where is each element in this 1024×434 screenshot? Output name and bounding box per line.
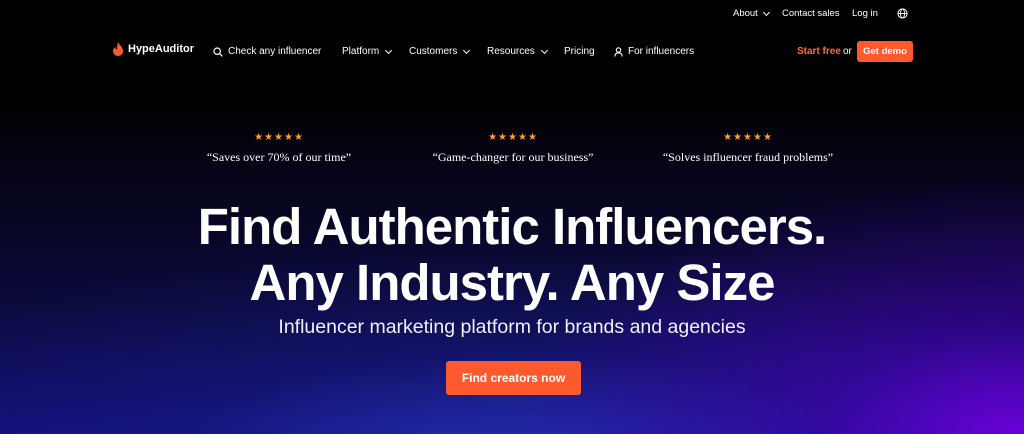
- chevron-down-icon: [762, 8, 770, 16]
- contact-sales-label: Contact sales: [782, 8, 840, 19]
- check-influencer-link[interactable]: Check any influencer: [213, 46, 321, 57]
- get-demo-label: Get demo: [863, 46, 907, 57]
- review-2: ★★★★★ “Game-changer for our business”: [403, 132, 623, 165]
- log-in-label: Log in: [852, 8, 878, 19]
- hero-headline-line-2: Any Industry. Any Size: [249, 254, 776, 311]
- get-demo-button[interactable]: Get demo: [857, 41, 913, 62]
- review-3: ★★★★★ “Solves influencer fraud problems”: [638, 132, 858, 165]
- resources-label: Resources: [487, 46, 535, 57]
- or-text: or: [843, 46, 852, 57]
- brand-name: HypeAuditor: [128, 43, 194, 55]
- star-rating: ★★★★★: [488, 132, 538, 143]
- customers-menu[interactable]: Customers: [409, 46, 471, 57]
- review-quote: “Solves influencer fraud problems”: [662, 150, 834, 164]
- star-rating: ★★★★★: [254, 132, 304, 143]
- search-icon: [213, 46, 223, 57]
- find-creators-label: Find creators now: [461, 371, 566, 385]
- user-icon: [614, 46, 623, 57]
- platform-menu[interactable]: Platform: [342, 46, 393, 57]
- hero-subheadline: Influencer marketing platform for brands…: [278, 316, 746, 338]
- chevron-down-icon: [463, 46, 471, 54]
- main-nav: HypeAuditor Check any influencer Platfor…: [0, 40, 1024, 64]
- log-in-link[interactable]: Log in: [852, 8, 878, 19]
- about-menu[interactable]: About: [733, 8, 770, 19]
- hero-headline-line-1: Find Authentic Influencers.: [197, 198, 827, 255]
- chevron-down-icon: [385, 46, 393, 54]
- utility-bar: About Contact sales Log in: [0, 8, 1024, 22]
- for-influencers-label: For influencers: [628, 46, 695, 57]
- pricing-label: Pricing: [564, 46, 595, 57]
- about-label: About: [733, 8, 758, 19]
- start-free-link[interactable]: Start free: [797, 46, 841, 57]
- resources-menu[interactable]: Resources: [487, 46, 548, 57]
- review-quote: “Game-changer for our business”: [432, 150, 594, 164]
- customers-label: Customers: [409, 46, 458, 57]
- contact-sales-link[interactable]: Contact sales: [782, 8, 840, 19]
- chevron-down-icon: [540, 46, 548, 54]
- flame-logo-icon: [113, 42, 123, 56]
- pricing-link[interactable]: Pricing: [564, 46, 595, 57]
- review-quote: “Saves over 70% of our time”: [206, 150, 352, 164]
- star-rating: ★★★★★: [723, 132, 773, 143]
- brand-logo[interactable]: HypeAuditor: [112, 42, 194, 56]
- globe-icon: [897, 8, 908, 19]
- for-influencers-link[interactable]: For influencers: [614, 46, 694, 57]
- platform-label: Platform: [342, 46, 380, 57]
- check-influencer-label: Check any influencer: [228, 46, 322, 57]
- review-1: ★★★★★ “Saves over 70% of our time”: [169, 132, 389, 165]
- language-selector[interactable]: [897, 8, 908, 19]
- find-creators-button[interactable]: Find creators now: [446, 361, 581, 395]
